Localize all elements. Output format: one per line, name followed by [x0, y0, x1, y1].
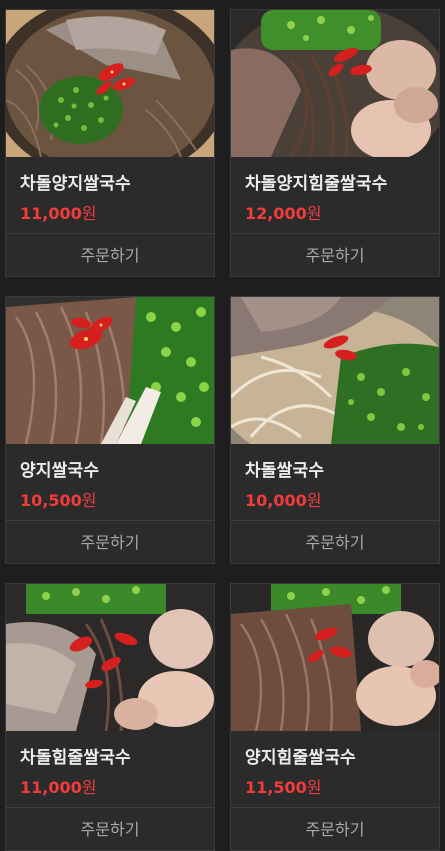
- product-name: 차돌양지쌀국수: [20, 174, 131, 194]
- order-button[interactable]: 주문하기: [231, 233, 439, 276]
- product-card[interactable]: 차돌힘줄쌀국수 11,000원 주문하기: [5, 583, 215, 851]
- product-name: 차돌쌀국수: [245, 461, 325, 481]
- product-image[interactable]: [6, 10, 214, 157]
- order-button[interactable]: 주문하기: [231, 520, 439, 563]
- product-name: 차돌힘줄쌀국수: [20, 748, 131, 768]
- product-price: 12,000원: [245, 204, 322, 223]
- order-button[interactable]: 주문하기: [6, 233, 214, 276]
- product-price: 11,000원: [20, 204, 97, 223]
- product-price: 10,500원: [20, 491, 97, 510]
- product-image[interactable]: [231, 10, 439, 157]
- order-button[interactable]: 주문하기: [231, 807, 439, 850]
- product-name: 차돌양지힘줄쌀국수: [245, 174, 388, 194]
- product-image[interactable]: [6, 584, 214, 731]
- product-price: 11,000원: [20, 778, 97, 797]
- product-image[interactable]: [6, 297, 214, 444]
- order-button[interactable]: 주문하기: [6, 520, 214, 563]
- product-card[interactable]: 차돌쌀국수 10,000원 주문하기: [230, 296, 440, 564]
- product-card[interactable]: 차돌양지힘줄쌀국수 12,000원 주문하기: [230, 9, 440, 277]
- product-name: 양지힘줄쌀국수: [245, 748, 356, 768]
- product-card[interactable]: 양지힘줄쌀국수 11,500원 주문하기: [230, 583, 440, 851]
- product-price: 11,500원: [245, 778, 322, 797]
- product-image[interactable]: [231, 297, 439, 444]
- product-card[interactable]: 양지쌀국수 10,500원 주문하기: [5, 296, 215, 564]
- product-card[interactable]: 차돌양지쌀국수 11,000원 주문하기: [5, 9, 215, 277]
- order-button[interactable]: 주문하기: [6, 807, 214, 850]
- product-image[interactable]: [231, 584, 439, 731]
- product-name: 양지쌀국수: [20, 461, 100, 481]
- product-price: 10,000원: [245, 491, 322, 510]
